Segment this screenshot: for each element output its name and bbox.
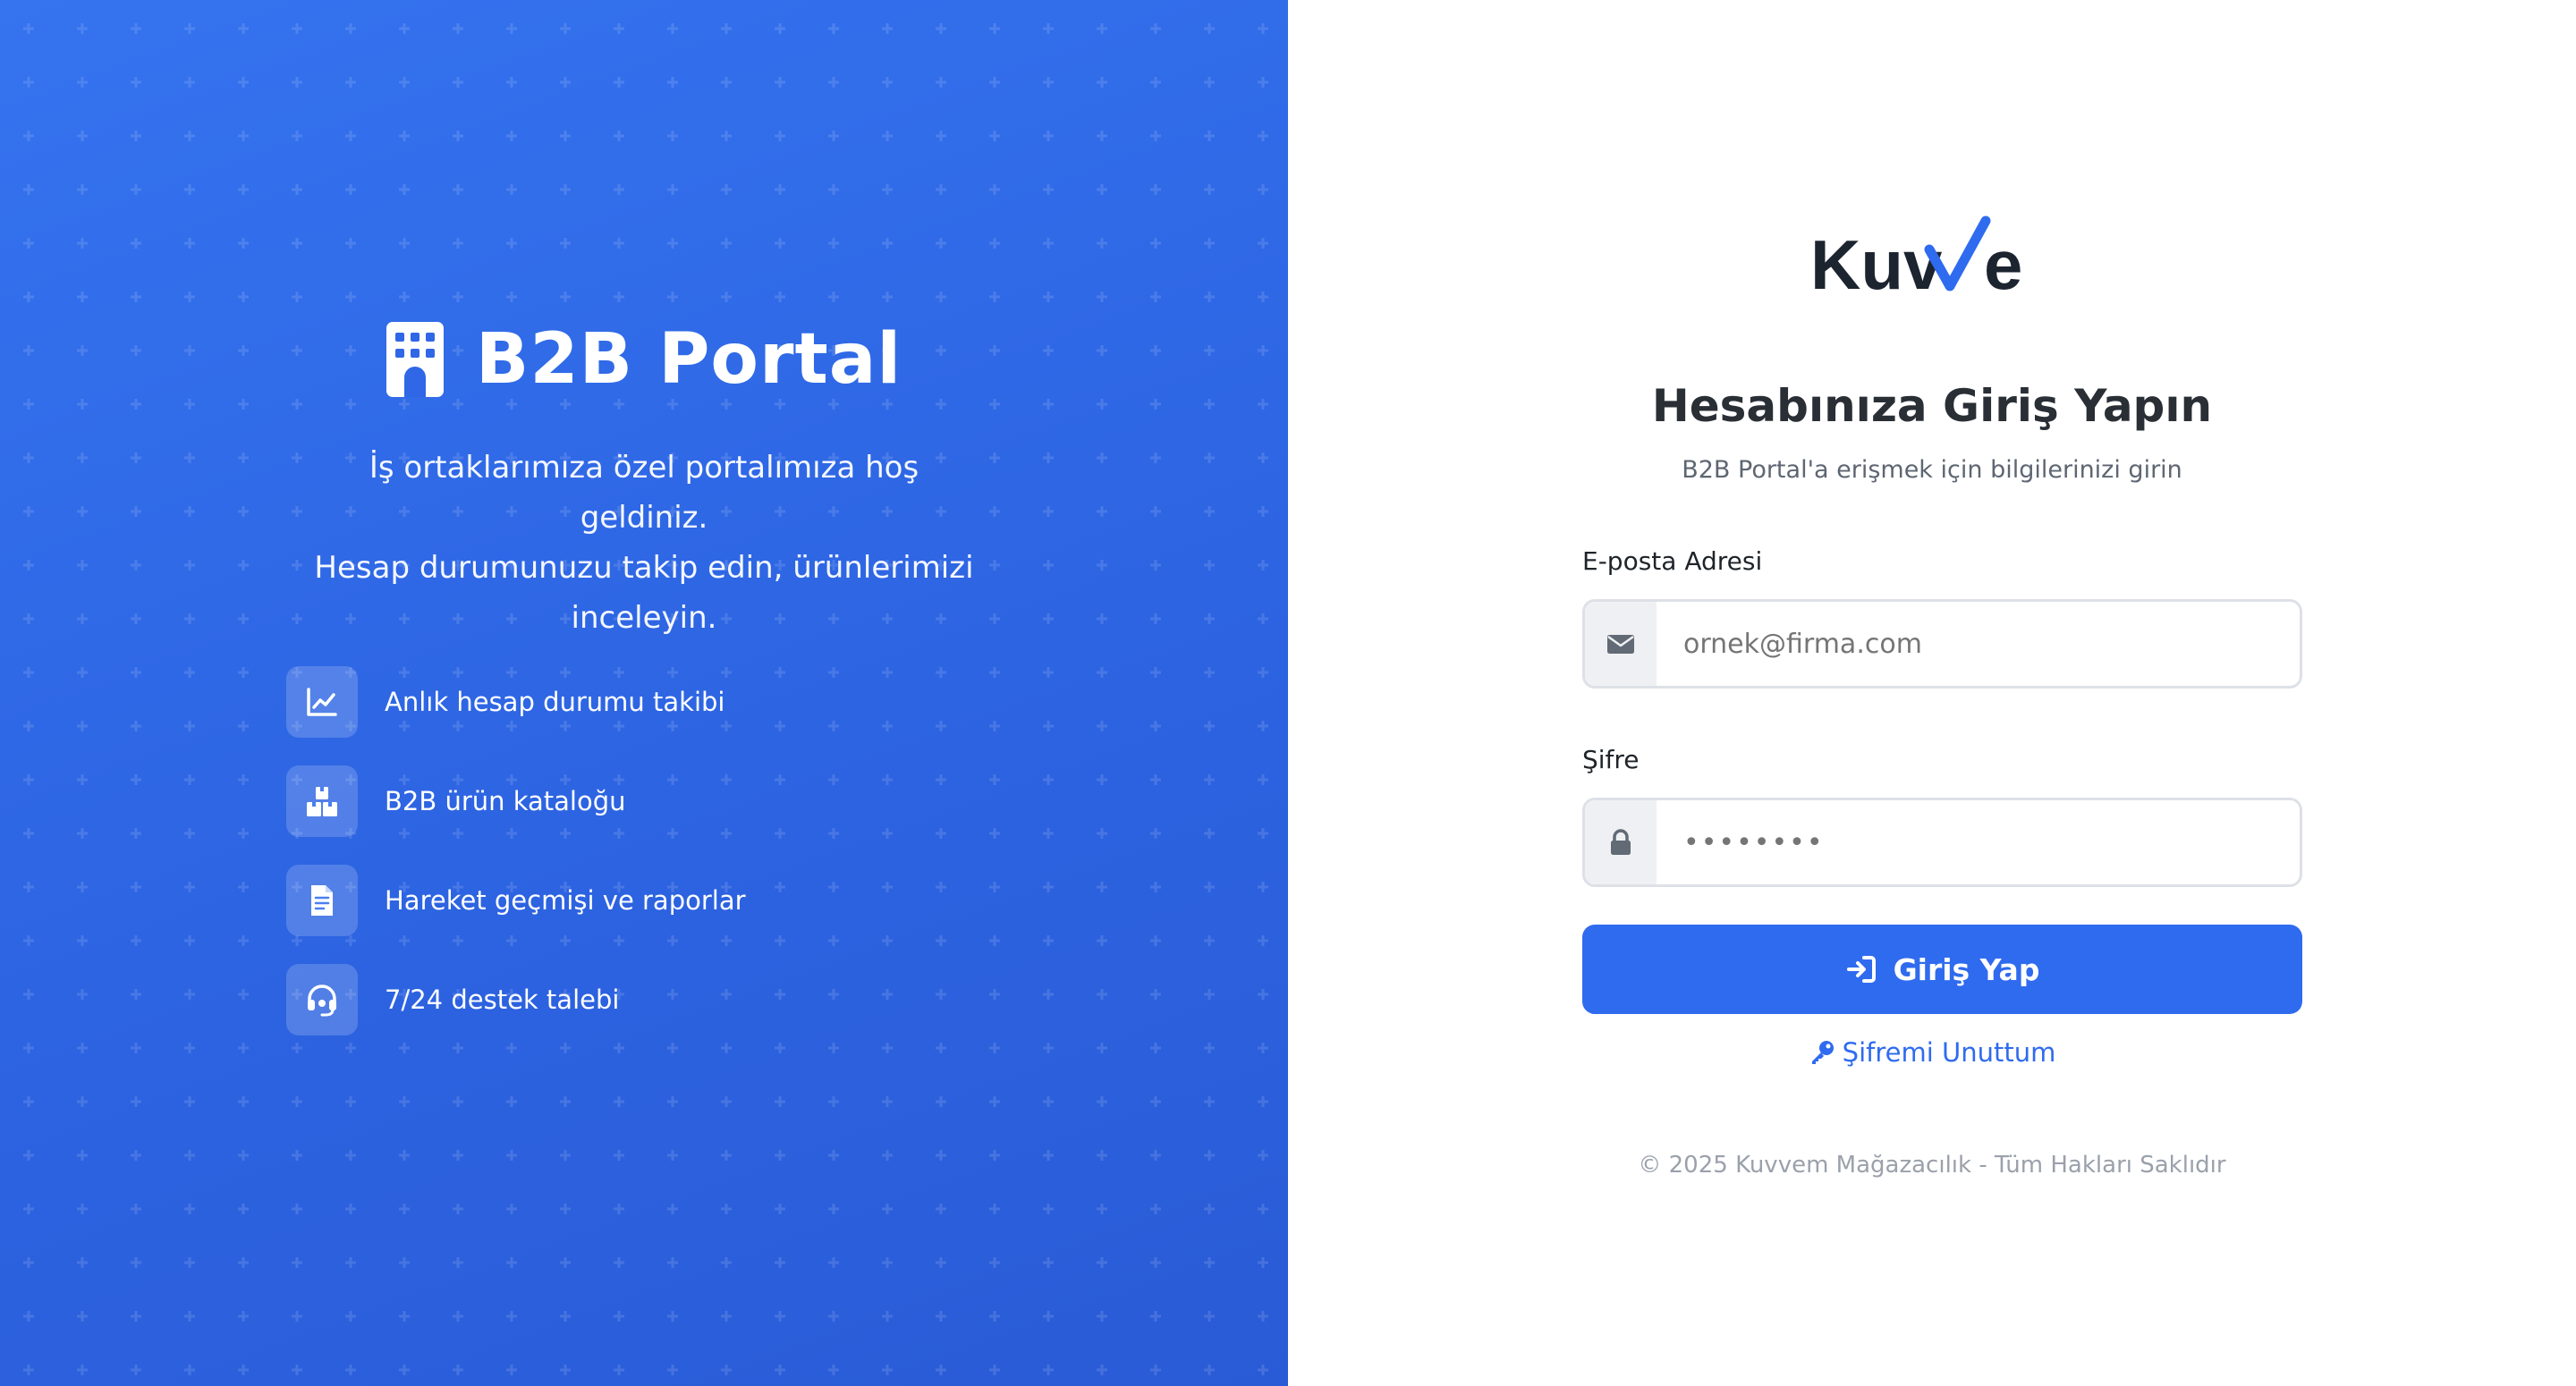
- boxes-icon: [286, 765, 358, 837]
- feature-item: Anlık hesap durumu takibi: [286, 666, 746, 738]
- feature-label: Anlık hesap durumu takibi: [385, 687, 725, 717]
- email-label: E-posta Adresi: [1582, 546, 1763, 576]
- brand-title: B2B Portal: [475, 319, 902, 400]
- forgot-password-label: Şifremi Unuttum: [1842, 1037, 2056, 1068]
- headset-icon: [286, 964, 358, 1035]
- password-input-group: [1582, 798, 2302, 887]
- feature-label: B2B ürün kataloğu: [385, 786, 626, 816]
- building-icon: [386, 322, 444, 397]
- login-heading: Hesabınıza Giriş Yapın: [1651, 380, 2213, 432]
- sign-in-icon: [1846, 956, 1876, 983]
- login-page: B2B Portal İş ortaklarımıza özel portalı…: [0, 0, 2576, 1386]
- password-field[interactable]: [1657, 800, 2300, 884]
- feature-item: B2B ürün kataloğu: [286, 765, 746, 837]
- chart-line-icon: [286, 666, 358, 738]
- hero-panel: B2B Portal İş ortaklarımıza özel portalı…: [0, 0, 1288, 1386]
- welcome-line-1: İş ortaklarımıza özel portalımıza hoş ge…: [369, 450, 919, 536]
- welcome-line-3: inceleyin.: [571, 600, 717, 636]
- login-subheading: B2B Portal'a erişmek için bilgilerinizi …: [1682, 456, 2182, 484]
- feature-label: Hareket geçmişi ve raporlar: [385, 885, 746, 916]
- forgot-password-link[interactable]: Şifremi Unuttum: [1288, 1037, 2576, 1068]
- kuvvem-logo-icon: Kuv e: [1810, 216, 2022, 304]
- svg-text:e: e: [1984, 225, 2022, 304]
- company-logo: Kuv e: [1809, 210, 2041, 308]
- password-label: Şifre: [1582, 745, 1640, 774]
- login-button[interactable]: Giriş Yap: [1582, 925, 2302, 1014]
- footer-copyright: © 2025 Kuvvem Mağazacılık - Tüm Hakları …: [1638, 1152, 2226, 1179]
- svg-text:Kuv: Kuv: [1810, 225, 1943, 304]
- feature-label: 7/24 destek talebi: [385, 985, 620, 1015]
- brand-header: B2B Portal: [0, 322, 1288, 397]
- feature-list: Anlık hesap durumu takibi B2B ürün katal…: [286, 666, 746, 1063]
- envelope-icon: [1585, 602, 1657, 686]
- file-invoice-icon: [286, 865, 358, 936]
- login-button-label: Giriş Yap: [1893, 951, 2040, 987]
- email-field[interactable]: [1657, 602, 2300, 686]
- feature-item: Hareket geçmişi ve raporlar: [286, 865, 746, 936]
- key-icon: [1811, 1041, 1834, 1064]
- login-form: E-posta Adresi Şifre: [1582, 547, 2302, 1014]
- welcome-text: İş ortaklarımıza özel portalımıza hoş ge…: [304, 443, 984, 643]
- feature-item: 7/24 destek talebi: [286, 964, 746, 1035]
- email-input-group: [1582, 599, 2302, 689]
- login-panel: Kuv e Hesabınıza Giriş Yapın B2B Portal'…: [1288, 0, 2576, 1386]
- lock-icon: [1585, 800, 1657, 884]
- welcome-line-2: Hesap durumunuzu takip edin, ürünlerimiz…: [314, 550, 974, 586]
